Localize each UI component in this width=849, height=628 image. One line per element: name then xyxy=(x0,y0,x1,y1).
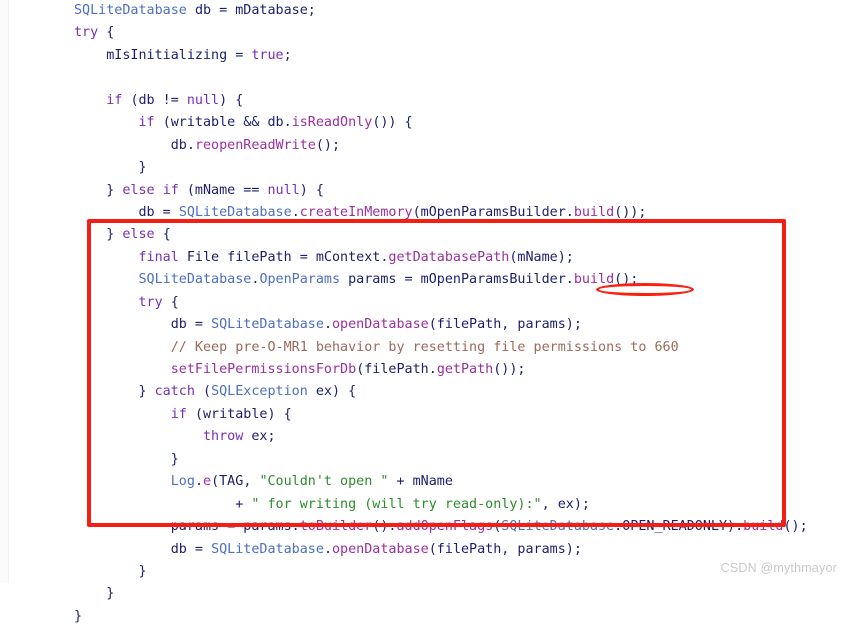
code-line-15: db = SQLiteDatabase.openDatabase(filePat… xyxy=(74,317,582,333)
code-listing: SQLiteDatabase db = mDatabase; try { mIsI… xyxy=(74,0,808,628)
code-line-11: } else { xyxy=(74,227,171,243)
code-line-13: SQLiteDatabase.OpenParams params = mOpen… xyxy=(138,272,639,288)
code-line-25: db = SQLiteDatabase.openDatabase(filePat… xyxy=(74,541,582,557)
code-line-24: params = params.toBuilder().addOpenFlags… xyxy=(74,519,808,535)
code-line-7: db.reopenReadWrite(); xyxy=(74,137,341,153)
code-line-19: if (writable) { xyxy=(170,406,292,422)
code-line-14: try { xyxy=(138,294,179,310)
code-line-1: SQLiteDatabase db = mDatabase; xyxy=(74,3,316,18)
code-line-3: mIsInitializing = true; xyxy=(74,47,292,63)
code-line-21: } xyxy=(74,451,179,467)
code-line-23: + " for writing (will try read-only):", … xyxy=(74,496,590,512)
code-line-20: throw ex; xyxy=(203,429,276,445)
code-line-6: if (writable && db.isReadOnly()) { xyxy=(138,115,413,131)
code-line-28: } xyxy=(74,608,83,624)
watermark-text: CSDN @mythmayor xyxy=(720,561,837,575)
code-line-16: // Keep pre-O-MR1 behavior by resetting … xyxy=(170,339,679,355)
code-line-18: } catch (SQLException ex) { xyxy=(74,384,357,400)
code-line-26: } xyxy=(74,563,147,579)
code-line-17: setFilePermissionsForDb(filePath.getPath… xyxy=(170,362,526,377)
code-line-8: } xyxy=(74,160,147,176)
code-line-2: try { xyxy=(74,25,115,41)
code-surface: SQLiteDatabase db = mDatabase; try { mIsI… xyxy=(0,0,849,624)
code-line-27: } xyxy=(74,586,115,602)
code-line-22: Log.e(TAG, "Couldn't open " + mName xyxy=(170,474,453,490)
code-line-12: final File filePath = mContext.getDataba… xyxy=(138,249,574,265)
code-line-5: if (db != null) { xyxy=(106,92,244,108)
code-line-9: } else if (mName == null) { xyxy=(74,182,324,198)
code-line-10: db = SQLiteDatabase.createInMemory(mOpen… xyxy=(74,204,647,220)
